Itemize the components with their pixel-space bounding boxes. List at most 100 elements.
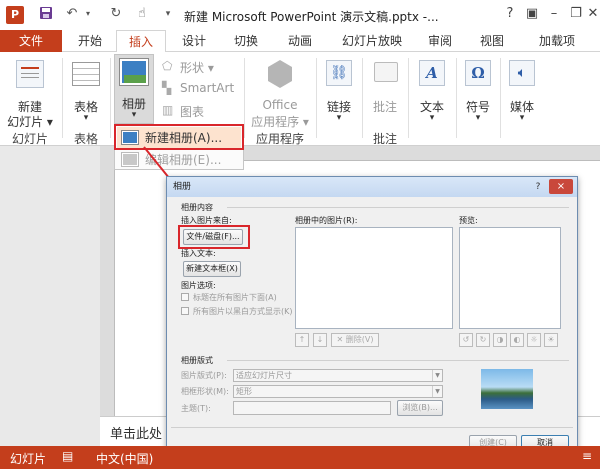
powerpoint-logo-icon: P	[6, 6, 24, 24]
browse-button[interactable]: 浏览(B)...	[397, 400, 443, 416]
frame-shape-select[interactable]: 矩形 ▼	[233, 385, 443, 398]
picture-layout-value: 适应幻灯片尺寸	[236, 371, 292, 380]
frame-shape-value: 矩形	[236, 387, 252, 396]
chevron-down-icon: ▼	[432, 370, 442, 381]
chart-label: 图表	[180, 105, 205, 119]
links-dropdown-icon: ▾	[336, 113, 342, 123]
brightness-down-icon[interactable]: ☀	[544, 333, 558, 347]
media-dropdown-icon: ▾	[519, 113, 525, 123]
group-label-comments: 批注	[372, 132, 397, 146]
touch-mode-icon[interactable]: ☝	[134, 6, 150, 22]
save-icon[interactable]	[38, 6, 54, 22]
new-textbox-button[interactable]: 新建文本框(X)	[183, 261, 241, 277]
tab-insert[interactable]: 插入	[116, 30, 166, 53]
close-icon[interactable]: ✕	[586, 4, 600, 24]
section-divider	[227, 207, 569, 208]
pictures-listbox[interactable]	[295, 227, 453, 329]
section-album-layout: 相册版式	[181, 356, 213, 365]
language-indicator[interactable]: 中文(中国)	[96, 450, 153, 467]
group-separator	[110, 58, 111, 138]
text-button[interactable]: A 文本 ▾	[412, 56, 452, 126]
tab-slideshow[interactable]: 幻灯片放映	[332, 30, 412, 52]
photo-album-button[interactable]: 相册 ▾	[114, 54, 154, 124]
picture-layout-select[interactable]: 适应幻灯片尺寸 ▼	[233, 369, 443, 382]
spellcheck-icon[interactable]: ▤	[62, 449, 73, 463]
omega-icon: Ω	[465, 60, 491, 86]
undo-icon[interactable]: ↶	[64, 6, 80, 22]
tab-design[interactable]: 设计	[172, 30, 216, 52]
photo-album-icon	[119, 58, 149, 86]
tab-home[interactable]: 开始	[70, 30, 110, 52]
dialog-close-button[interactable]: ×	[549, 179, 573, 194]
group-separator	[500, 58, 501, 138]
table-icon	[72, 62, 100, 86]
restore-icon[interactable]: ❐	[566, 4, 586, 24]
group-separator	[244, 58, 245, 138]
insert-text-label: 插入文本:	[181, 249, 216, 258]
photo-album-dialog: 相册 ? × 相册内容 插入图片来自: 文件/磁盘(F)... 插入文本: 新建…	[166, 176, 578, 458]
smartart-button[interactable]: ▚ SmartArt	[162, 80, 238, 96]
status-bar: 幻灯片 ▤ 中文(中国) ≡	[0, 446, 600, 469]
picture-options-label: 图片选项:	[181, 281, 216, 290]
chart-button[interactable]: ▥ 图表	[162, 102, 232, 119]
table-button[interactable]: 表格 ▾	[66, 56, 106, 126]
contrast-down-icon[interactable]: ◐	[510, 333, 524, 347]
layout-preview-image	[481, 369, 533, 409]
links-button[interactable]: ⛓ 链接 ▾	[320, 56, 358, 126]
tab-file[interactable]: 文件	[0, 30, 62, 52]
tab-animations[interactable]: 动画	[276, 30, 324, 52]
new-slide-button[interactable]: 新建 幻灯片 ▾	[7, 56, 53, 129]
document-title: 新建 Microsoft PowerPoint 演示文稿.pptx -...	[184, 10, 439, 24]
theme-input[interactable]	[233, 401, 391, 415]
ribbon-options-icon[interactable]: ▣	[522, 4, 542, 24]
move-down-button[interactable]: ↓	[313, 333, 327, 347]
undo-dropdown-icon[interactable]: ▾	[80, 6, 96, 22]
office-apps-icon	[268, 60, 292, 88]
notes-toggle-icon[interactable]: ≡	[582, 449, 592, 463]
comment-button[interactable]: 批注	[366, 56, 404, 126]
table-dropdown-icon: ▾	[83, 113, 89, 123]
delete-icon: ✕	[336, 335, 346, 344]
rotate-right-icon[interactable]: ↻	[476, 333, 490, 347]
link-icon: ⛓	[326, 60, 352, 86]
black-white-label: 所有图片以黑白方式显示(K)	[193, 307, 293, 316]
text-dropdown-icon: ▾	[429, 113, 435, 123]
tab-transitions[interactable]: 切换	[224, 30, 268, 52]
dialog-title: 相册	[173, 182, 192, 192]
help-button[interactable]: ?	[500, 4, 520, 24]
office-apps-button[interactable]: Office 应用程序 ▾	[248, 56, 312, 129]
new-slide-icon	[16, 60, 44, 88]
comment-label: 批注	[372, 100, 397, 114]
redo-icon[interactable]: ↻	[108, 6, 124, 22]
black-white-checkbox[interactable]	[181, 307, 189, 315]
preview-label: 预览:	[459, 216, 478, 225]
group-separator	[62, 58, 63, 138]
minimize-icon[interactable]: –	[544, 4, 564, 24]
dialog-help-button[interactable]: ?	[531, 180, 545, 194]
contrast-up-icon[interactable]: ◑	[493, 333, 507, 347]
rotate-left-icon[interactable]: ↺	[459, 333, 473, 347]
shapes-label: 形状 ▾	[180, 61, 214, 75]
caption-below-checkbox[interactable]	[181, 293, 189, 301]
symbols-dropdown-icon: ▾	[475, 113, 481, 123]
dialog-title-bar: 相册	[167, 177, 577, 197]
tab-review[interactable]: 审阅	[420, 30, 460, 52]
delete-button[interactable]: ✕ 删除(V)	[331, 333, 379, 347]
tab-view[interactable]: 视图	[472, 30, 512, 52]
notes-placeholder: 单击此处	[110, 427, 163, 442]
edit-album-icon	[121, 152, 139, 167]
move-up-button[interactable]: ↑	[295, 333, 309, 347]
brightness-up-icon[interactable]: ☼	[527, 333, 541, 347]
frame-shape-label: 相框形状(M):	[181, 387, 229, 396]
tab-addins[interactable]: 加载项	[530, 30, 584, 52]
comment-icon	[374, 62, 398, 82]
caption-below-label: 标题在所有图片下面(A)	[193, 293, 277, 302]
media-button[interactable]: 🔈︎ 媒体 ▾	[502, 56, 542, 126]
slide-thumbnail-pane[interactable]	[0, 146, 100, 446]
ribbon: 新建 幻灯片 ▾ 幻灯片 表格 ▾ 表格 相册 ▾ ⬠ 形状 ▾ ▚ Smart…	[0, 52, 600, 146]
smartart-label: SmartArt	[180, 81, 235, 95]
customize-icon[interactable]: ▾	[160, 6, 176, 22]
theme-label: 主题(T):	[181, 404, 211, 413]
shapes-button[interactable]: ⬠ 形状 ▾	[162, 58, 232, 75]
symbols-button[interactable]: Ω 符号 ▾	[458, 56, 498, 126]
